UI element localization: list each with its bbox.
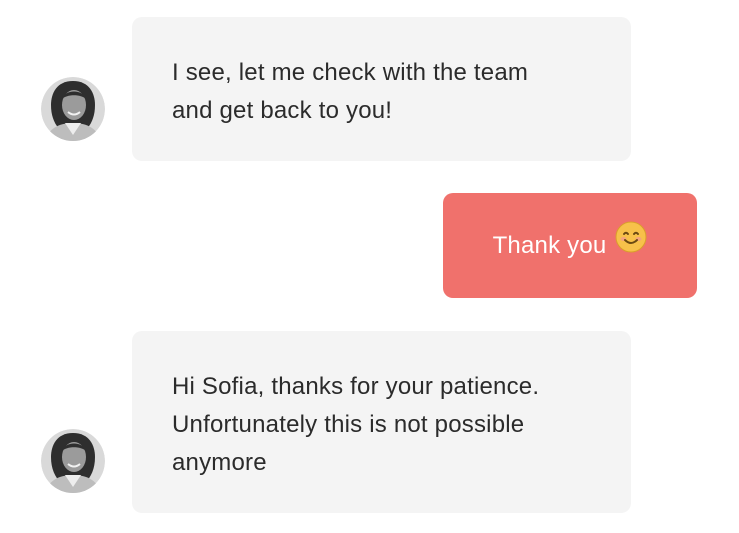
message-line: I see, let me check with the team: [172, 59, 529, 86]
agent-avatar: [41, 429, 105, 493]
agent-avatar: [41, 77, 105, 141]
message-text: I see, let me check with the team and ge…: [172, 54, 591, 130]
smiling-face-emoji-icon: [615, 221, 647, 265]
incoming-message-bubble: Hi Sofia, thanks for your patience. Unfo…: [132, 331, 631, 513]
incoming-message-bubble: I see, let me check with the team and ge…: [132, 17, 631, 161]
message-line: and get back to you!: [172, 97, 393, 124]
message-line: Hi Sofia, thanks for your patience.: [172, 373, 540, 400]
chat-thread: I see, let me check with the team and ge…: [0, 0, 739, 533]
message-text: Hi Sofia, thanks for your patience. Unfo…: [172, 368, 591, 482]
avatar-photo-icon: [41, 77, 105, 141]
message-text: Thank you: [492, 231, 607, 259]
outgoing-message-bubble: Thank you: [443, 193, 697, 298]
avatar-photo-icon: [41, 429, 105, 493]
message-line: anymore: [172, 449, 267, 476]
message-line: Unfortunately this is not possible: [172, 411, 525, 438]
